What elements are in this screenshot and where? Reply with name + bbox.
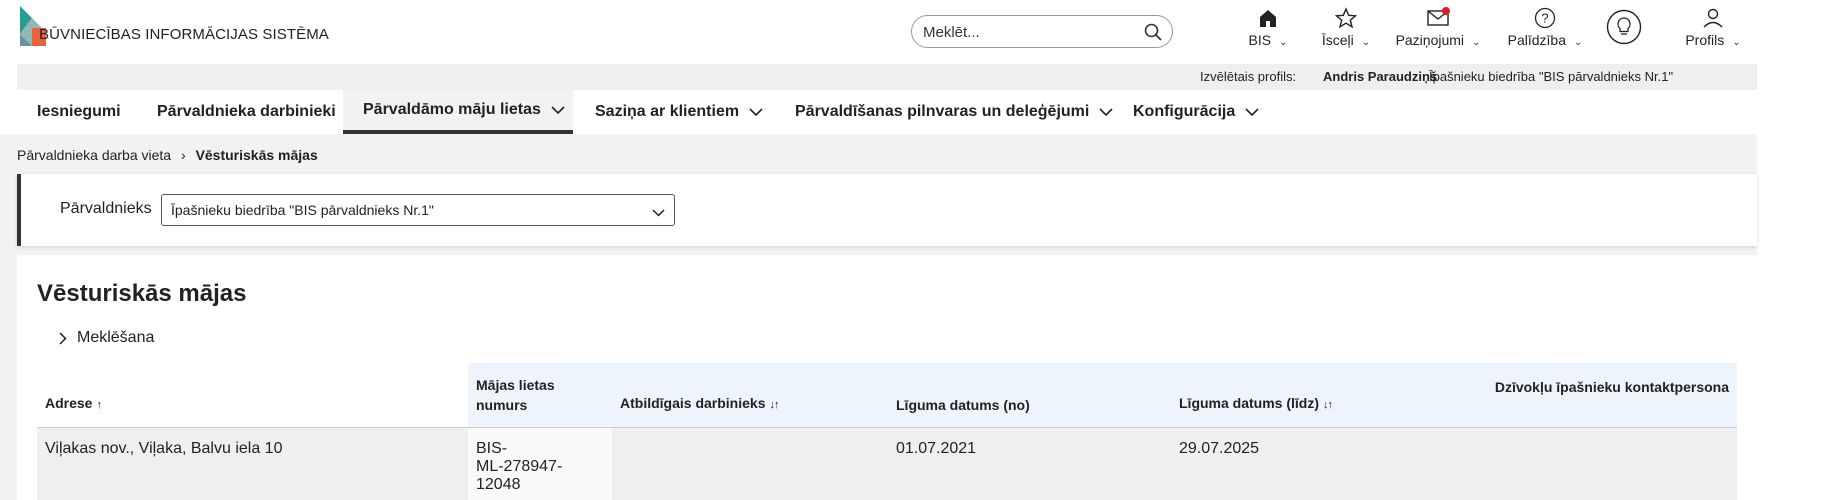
top-header: BŪVNIECĪBAS INFORMĀCIJAS SISTĒMA BIS ⌄ Īs…	[0, 0, 1757, 64]
column-header-date-from[interactable]: Līguma datums (no)	[888, 363, 1171, 428]
search-expander[interactable]: Meklēšana	[59, 329, 154, 347]
column-header-label: Līguma datums (no)	[896, 396, 1030, 413]
nav-bis[interactable]: BIS ⌄	[1247, 4, 1289, 50]
column-header-label: Adrese	[45, 394, 93, 411]
nav-help[interactable]: ? Palīdzība ⌄	[1503, 4, 1587, 50]
column-header-case-number[interactable]: Mājas lietas numurs	[468, 363, 612, 428]
tab-label: Pārvaldāmo māju lietas	[363, 101, 541, 118]
search-expander-label: Meklēšana	[77, 329, 155, 346]
tab-managed-house-cases[interactable]: Pārvaldāmo māju lietas	[343, 90, 573, 134]
historical-houses-table: Adrese ↑ Mājas lietas numurs Atbildīgais …	[37, 363, 1737, 500]
chevron-right-icon	[59, 331, 67, 345]
chevron-down-icon	[652, 204, 665, 220]
search-input[interactable]	[923, 22, 1133, 42]
profile-org[interactable]: Īpašnieku biedrība "BIS pārvaldnieks Nr.…	[1429, 69, 1673, 84]
breadcrumb-current: Vēsturiskās mājas	[195, 147, 318, 163]
chevron-down-icon	[749, 107, 763, 117]
app-title: BŪVNIECĪBAS INFORMĀCIJAS SISTĒMA	[39, 26, 329, 43]
chevron-down-icon: ⌄	[1361, 37, 1371, 48]
cell-responsible	[612, 427, 888, 500]
nav-notifications[interactable]: Paziņojumi ⌄	[1392, 4, 1484, 50]
tab-label: Pārvaldīšanas pilnvaras un deleģējumi	[795, 103, 1090, 120]
star-icon	[1316, 4, 1376, 32]
tab-label: Iesniegumi	[37, 103, 121, 120]
sort-icon: ↓↑	[769, 398, 779, 411]
cell-contact	[1454, 427, 1737, 500]
table-header-row: Adrese ↑ Mājas lietas numurs Atbildīgais …	[37, 363, 1737, 428]
search-icon[interactable]	[1144, 23, 1162, 46]
chevron-down-icon	[551, 105, 565, 115]
global-search	[911, 15, 1173, 48]
tab-manager-employees[interactable]: Pārvaldnieka darbinieki	[157, 90, 336, 134]
notification-badge	[1442, 7, 1450, 15]
breadcrumb: Pārvaldnieka darba vieta › Vēsturiskās m…	[17, 147, 318, 163]
nav-profile[interactable]: Profils ⌄	[1683, 4, 1743, 50]
tab-configuration[interactable]: Konfigurācija	[1133, 90, 1259, 134]
page-title: Vēsturiskās mājas	[37, 280, 247, 307]
main-navigation: Iesniegumi Pārvaldnieka darbinieki Pārva…	[17, 90, 1757, 134]
nav-help-label: Palīdzība	[1507, 32, 1566, 48]
chevron-right-icon: ›	[181, 147, 186, 163]
lightbulb-icon	[1606, 9, 1642, 45]
chevron-down-icon: ⌄	[1732, 37, 1741, 48]
sort-icon: ↓↑	[1323, 398, 1333, 411]
home-icon	[1247, 4, 1289, 32]
column-header-contact[interactable]: Dzīvokļu īpašnieku kontaktpersona	[1454, 363, 1737, 428]
tab-submissions[interactable]: Iesniegumi	[17, 90, 141, 134]
manager-select-value: Īpašnieku biedrība "BIS pārvaldnieks Nr.…	[171, 202, 434, 218]
profile-user[interactable]: Andris Paraudziņš	[1323, 69, 1437, 84]
envelope-icon	[1392, 4, 1484, 32]
column-header-address[interactable]: Adrese ↑	[37, 363, 468, 428]
cell-date-to: 29.07.2025	[1171, 427, 1454, 500]
tab-label: Saziņa ar klientiem	[595, 103, 740, 120]
page-right-margin	[1757, 0, 1843, 500]
historical-houses-panel: Vēsturiskās mājas Meklēšana Adrese ↑ Māja…	[17, 255, 1757, 500]
column-header-label: Dzīvokļu īpašnieku kontaktpersona	[1494, 379, 1729, 395]
manager-label: Pārvaldnieks	[60, 200, 152, 217]
idea-button[interactable]	[1606, 9, 1642, 45]
svg-text:?: ?	[1541, 11, 1548, 26]
chevron-down-icon	[1099, 107, 1113, 117]
nav-profile-label: Profils	[1685, 32, 1725, 48]
profile-label: Izvēlētais profils:	[1200, 69, 1297, 84]
column-header-label: Mājas lietas numurs	[476, 376, 555, 413]
tab-label: Pārvaldnieka darbinieki	[157, 103, 336, 120]
column-header-date-to[interactable]: Līguma datums (līdz) ↓↑	[1171, 363, 1454, 428]
selected-profile-bar: Izvēlētais profils: Andris Paraudziņš Īp…	[17, 64, 1757, 90]
chevron-down-icon: ⌄	[1472, 37, 1481, 48]
nav-shortcuts[interactable]: Īsceļi ⌄	[1316, 4, 1376, 50]
nav-notifications-label: Paziņojumi	[1395, 32, 1465, 48]
cell-case-number[interactable]: BIS- ML-278947- 12048	[468, 427, 612, 500]
cell-date-from: 01.07.2021	[888, 427, 1171, 500]
chevron-down-icon	[1245, 107, 1259, 117]
user-icon	[1683, 4, 1743, 32]
nav-bis-label: BIS	[1248, 32, 1272, 48]
manager-filter-panel: Pārvaldnieks Īpašnieku biedrība "BIS pār…	[17, 174, 1757, 246]
nav-shortcuts-label: Īsceļi	[1321, 32, 1354, 48]
table-row[interactable]: Viļakas nov., Viļaka, Balvu iela 10 BIS-…	[37, 427, 1737, 500]
breadcrumb-parent[interactable]: Pārvaldnieka darba vieta	[17, 147, 171, 163]
chevron-down-icon: ⌄	[1573, 37, 1583, 48]
tab-label: Konfigurācija	[1133, 103, 1236, 120]
chevron-down-icon: ⌄	[1279, 37, 1288, 48]
tab-mandates-delegations[interactable]: Pārvaldīšanas pilnvaras un deleģējumi	[795, 90, 1113, 134]
cell-address: Viļakas nov., Viļaka, Balvu iela 10	[37, 427, 468, 500]
manager-select[interactable]: Īpašnieku biedrība "BIS pārvaldnieks Nr.…	[161, 194, 675, 226]
sort-asc-icon: ↑	[96, 398, 101, 411]
column-header-label: Atbildīgais darbinieks	[620, 394, 766, 411]
column-header-responsible[interactable]: Atbildīgais darbinieks ↓↑	[612, 363, 888, 428]
help-icon: ?	[1503, 4, 1587, 32]
column-header-label: Līguma datums (līdz)	[1179, 394, 1319, 411]
tab-client-communication[interactable]: Saziņa ar klientiem	[595, 90, 763, 134]
